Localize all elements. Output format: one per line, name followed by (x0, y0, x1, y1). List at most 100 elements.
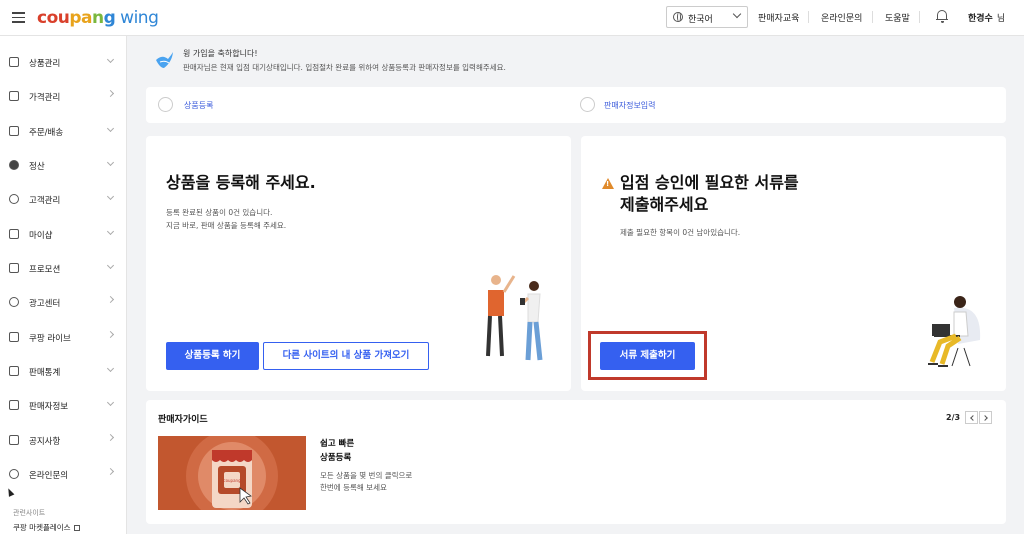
sidebar-item[interactable]: 광고센터 (0, 292, 126, 312)
guide-heading: 쉽고 빠른 상품등록 (320, 437, 354, 465)
register-product-button[interactable]: 상품등록 하기 (166, 342, 259, 370)
medal-icon (9, 91, 19, 101)
headset-icon (9, 469, 19, 479)
logo-part: g (103, 8, 116, 28)
chevron-down-icon (106, 398, 115, 407)
onboarding-steps: 상품등록 판매자정보입력 (146, 87, 1006, 123)
chevron-down-icon (106, 55, 115, 64)
marketplace-link[interactable]: 쿠팡 마켓플레이스 (13, 522, 80, 533)
online-inquiry-link[interactable]: 온라인문의 (821, 11, 862, 24)
logo-part: n (92, 8, 104, 28)
divider (808, 11, 809, 23)
chevron-right-icon (106, 433, 115, 442)
chevron-right-icon (106, 89, 115, 98)
banner-description: 판매자님은 현재 입점 대기상태입니다. 입점절차 완료를 위하여 상품등록과 … (183, 63, 506, 72)
ad-icon (9, 297, 19, 307)
step-seller-info[interactable]: 판매자정보입력 (604, 100, 656, 111)
sidebar-item-label: 쿠팡 라이브 (29, 334, 71, 344)
sidebar-item[interactable]: 공지사항 (0, 430, 126, 450)
language-select[interactable]: 한국어 (666, 6, 748, 28)
sidebar-item[interactable]: 판매통계 (0, 361, 126, 381)
people-illustration (486, 275, 543, 361)
divider (919, 11, 920, 23)
sidebar-item-label: 마이샵 (29, 231, 53, 241)
sidebar-item-label: 공지사항 (29, 437, 61, 447)
logo-part: wing (115, 8, 159, 28)
sidebar-item-label: 프로모션 (29, 265, 61, 275)
guide-desc-line: 모든 상품을 몇 번의 클릭으로 (320, 471, 413, 480)
sidebar-item[interactable]: 판매자정보 (0, 395, 126, 415)
chevron-left-icon (970, 415, 976, 421)
sidebar-item-label: 고객관리 (29, 196, 61, 206)
logo-part: cou (37, 8, 70, 28)
chevron-right-icon (106, 330, 115, 339)
import-products-button[interactable]: 다른 사이트의 내 상품 가져오기 (263, 342, 429, 370)
sidebar-item[interactable]: 정산 (0, 155, 126, 175)
guide-pager: 2/3 (946, 413, 961, 422)
live-icon (9, 332, 19, 342)
logo-part: pa (69, 8, 92, 28)
documents-card-title: 제출해주세요 (620, 195, 709, 214)
sidebar-item-label: 판매통계 (29, 368, 61, 378)
chevron-down-icon (106, 261, 115, 270)
sidebar: 관련사이트 쿠팡 마켓플레이스 상품관리 가격관리 주문/배송 정산 고객관리 마이샵 프로… (0, 36, 127, 534)
prev-button[interactable] (965, 411, 978, 424)
globe-icon (673, 12, 683, 22)
menu-icon[interactable] (12, 12, 25, 23)
chevron-down-icon (106, 192, 115, 201)
laptop-person-illustration (928, 296, 981, 367)
external-link-icon (73, 525, 80, 531)
guide-title: 판매자가이드 (158, 415, 208, 425)
sidebar-item-label: 주문/배송 (29, 128, 64, 138)
next-button[interactable] (979, 411, 992, 424)
highlight-box (588, 331, 707, 380)
warning-icon (602, 178, 614, 189)
help-link[interactable]: 도움말 (885, 11, 910, 24)
sidebar-item[interactable]: 프로모션 (0, 258, 126, 278)
coupang-wing-logo[interactable]: coupang wing (37, 8, 159, 28)
coupon-icon (9, 263, 19, 273)
chevron-down-icon (732, 9, 742, 19)
sidebar-item[interactable]: 고객관리 (0, 189, 126, 209)
stats-icon (9, 366, 19, 376)
sidebar-item[interactable]: 가격관리 (0, 86, 126, 106)
shop-icon (9, 229, 19, 239)
sidebar-item-label: 상품관리 (29, 59, 61, 69)
guide-thumbnail[interactable]: coupang (158, 436, 306, 510)
user-menu[interactable]: 한경수 님 (968, 11, 1005, 24)
language-value: 한국어 (688, 15, 713, 25)
guide-desc-line: 한번에 등록해 보세요 (320, 483, 387, 492)
sidebar-item-label: 판매자정보 (29, 402, 69, 412)
megaphone-icon (9, 435, 19, 445)
smile-icon (9, 194, 19, 204)
seller-education-link[interactable]: 판매자교육 (758, 11, 799, 24)
product-card-title: 상품을 등록해 주세요. (166, 173, 316, 192)
sidebar-item-label: 온라인문의 (29, 471, 69, 481)
truck-icon (9, 126, 19, 136)
person-icon (9, 400, 19, 410)
documents-card-desc: 제출 필요한 항목이 0건 남아있습니다. (620, 228, 741, 237)
top-header: coupang wing 한국어 판매자교육 온라인문의 도움말 한경수 님 (0, 0, 1024, 36)
step-circle[interactable] (158, 97, 173, 112)
banner-title: 윙 가입을 축하합니다! (183, 49, 258, 58)
won-icon (9, 160, 19, 170)
step-circle[interactable] (580, 97, 595, 112)
chevron-right-icon (106, 467, 115, 476)
chevron-right-icon (106, 295, 115, 304)
sidebar-item[interactable]: 상품관리 (0, 52, 126, 72)
marketplace-link-label: 쿠팡 마켓플레이스 (13, 523, 71, 532)
thumbnail-brand: coupang (223, 478, 241, 483)
user-suffix: 님 (996, 14, 1006, 24)
guide-heading-line: 상품등록 (320, 453, 352, 463)
bird-icon (156, 52, 173, 68)
product-card-desc: 지금 바로, 판매 상품을 등록해 주세요. (166, 221, 287, 230)
sidebar-item[interactable]: 마이샵 (0, 224, 126, 244)
sidebar-item[interactable]: 주문/배송 (0, 121, 126, 141)
step-product-register[interactable]: 상품등록 (184, 100, 213, 111)
sidebar-item[interactable]: 온라인문의 (0, 464, 126, 484)
bell-icon[interactable] (936, 9, 948, 23)
user-name: 한경수 (968, 14, 993, 24)
sidebar-item[interactable]: 쿠팡 라이브 (0, 327, 126, 347)
chevron-down-icon (106, 124, 115, 133)
chevron-down-icon (106, 158, 115, 167)
